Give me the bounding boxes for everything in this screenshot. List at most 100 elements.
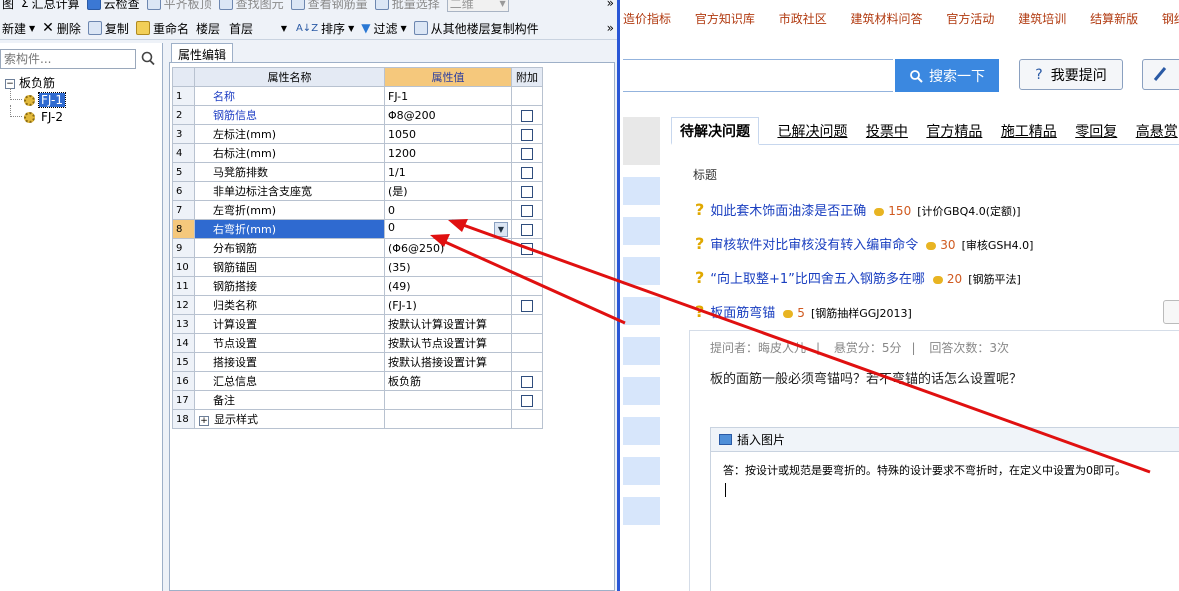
expand-plus-icon[interactable]: +: [199, 416, 209, 426]
property-value[interactable]: FJ-1: [384, 86, 512, 106]
question-title-link[interactable]: “向上取整+1”比四舍五入钢筋多在哪: [710, 272, 925, 287]
table-row[interactable]: 18 + 显示样式: [172, 409, 543, 429]
tab-construction-featured[interactable]: 施工精品: [1001, 118, 1057, 146]
search-button[interactable]: 搜索一下: [895, 59, 999, 92]
tab-official-featured[interactable]: 官方精品: [926, 118, 982, 146]
extra-checkbox[interactable]: [521, 299, 533, 312]
property-value[interactable]: (是): [384, 181, 512, 201]
toolbar-main-more-button[interactable]: »: [607, 21, 614, 35]
tree-node-fj2[interactable]: FJ-2: [0, 105, 160, 126]
table-row[interactable]: 5 马凳筋排数 1/1: [172, 162, 543, 182]
component-search-input[interactable]: [0, 49, 136, 69]
extra-checkbox[interactable]: [521, 166, 533, 179]
table-row[interactable]: 6 非单边标注含支座宽 (是): [172, 181, 543, 201]
property-value[interactable]: 0: [384, 200, 512, 220]
sort-button[interactable]: A↓Z 排序 ▼: [296, 20, 354, 37]
delete-button[interactable]: ✕ 删除: [42, 20, 81, 37]
table-row-selected[interactable]: 8 右弯折(mm) 0 ▼: [172, 219, 543, 239]
ask-question-button[interactable]: ? 我要提问: [1019, 59, 1123, 90]
nav-link[interactable]: 市政社区: [779, 12, 827, 26]
floor-select[interactable]: 首层 ▼: [227, 20, 289, 37]
extra-checkbox[interactable]: [521, 109, 533, 122]
table-row[interactable]: 3 左标注(mm) 1050: [172, 124, 543, 144]
table-row[interactable]: 9 分布钢筋 (Φ6@250): [172, 238, 543, 258]
table-row[interactable]: 15 搭接设置 按默认搭接设置计算: [172, 352, 543, 372]
table-row[interactable]: 12 归类名称 (FJ-1): [172, 295, 543, 315]
find-element-button[interactable]: 查找图元: [218, 0, 284, 12]
copy-button[interactable]: 复制: [87, 20, 129, 37]
table-row[interactable]: 17 备注: [172, 390, 543, 410]
nav-link[interactable]: 结算新版: [1090, 12, 1138, 26]
toolbar-item-fig[interactable]: 图: [2, 0, 14, 12]
extra-checkbox[interactable]: [521, 185, 533, 198]
flat-board-button[interactable]: 平齐板顶: [146, 0, 212, 12]
nav-link[interactable]: 官方活动: [946, 12, 994, 26]
extra-checkbox[interactable]: [521, 223, 533, 236]
extra-checkbox[interactable]: [521, 242, 533, 255]
property-value[interactable]: 1050: [384, 124, 512, 144]
extra-checkbox[interactable]: [521, 128, 533, 141]
question-title-link[interactable]: 板面筋弯锚: [710, 306, 775, 321]
new-button[interactable]: 新建 ▼: [2, 20, 35, 37]
nav-link[interactable]: 钢结构: [1162, 12, 1179, 26]
property-value-editor[interactable]: 0 ▼: [384, 219, 512, 239]
table-row[interactable]: 10 钢筋锚固 (35): [172, 257, 543, 277]
table-row[interactable]: 7 左弯折(mm) 0: [172, 200, 543, 220]
cloud-check-button[interactable]: 云检查: [86, 0, 140, 12]
filter-button[interactable]: ▼ 过滤 ▼: [361, 20, 406, 37]
table-row[interactable]: 2 钢筋信息 Φ8@200: [172, 105, 543, 125]
view-mode-select[interactable]: 二维 ▼: [446, 0, 509, 12]
extra-checkbox[interactable]: [521, 147, 533, 160]
nav-link[interactable]: 造价指标: [623, 12, 671, 26]
view-rebar-button[interactable]: 查看钢筋量: [290, 0, 368, 12]
tree-node-root[interactable]: − 板负筋: [0, 75, 160, 92]
answer-editor[interactable]: 插入图片 答：按设计或规范是要弯折的。特殊的设计要求不弯折时，在定义中设置为0即…: [710, 427, 1179, 591]
batch-select-button[interactable]: 批量选择: [374, 0, 440, 12]
insert-image-button[interactable]: 插入图片: [737, 431, 785, 448]
table-row[interactable]: 13 计算设置 按默认计算设置计算: [172, 314, 543, 334]
extra-checkbox[interactable]: [521, 394, 533, 407]
tab-voting[interactable]: 投票中: [866, 118, 908, 146]
extra-checkbox[interactable]: [521, 204, 533, 217]
property-value[interactable]: 1/1: [384, 162, 512, 182]
property-group-display-style[interactable]: + 显示样式: [194, 409, 385, 429]
extra-checkbox[interactable]: [521, 375, 533, 388]
toolbar-more-button[interactable]: »: [607, 0, 614, 10]
property-value[interactable]: 0: [388, 221, 395, 234]
property-value[interactable]: 按默认搭接设置计算: [384, 352, 512, 372]
question-title-link[interactable]: 审核软件对比审核没有转入编审命令: [710, 238, 918, 253]
tree-node-fj1[interactable]: FJ-1: [0, 88, 160, 109]
property-value[interactable]: 按默认计算设置计算: [384, 314, 512, 334]
summary-calc-button[interactable]: Σ 汇总计算: [21, 0, 80, 12]
table-row[interactable]: 1 名称 FJ-1: [172, 86, 543, 106]
nav-link[interactable]: 建筑培训: [1018, 12, 1066, 26]
side-button[interactable]: [1163, 300, 1179, 324]
tab-solved[interactable]: 已解决问题: [777, 118, 847, 146]
table-row[interactable]: 4 右标注(mm) 1200: [172, 143, 543, 163]
table-row[interactable]: 11 钢筋搭接 (49): [172, 276, 543, 296]
rename-button[interactable]: 重命名: [135, 20, 189, 37]
search-icon[interactable]: [139, 50, 157, 68]
property-value[interactable]: (FJ-1): [384, 295, 512, 315]
answer-text[interactable]: 答：按设计或规范是要弯折的。特殊的设计要求不弯折时，在定义中设置为0即可。: [723, 462, 1126, 478]
property-value[interactable]: (49): [384, 276, 512, 296]
property-value[interactable]: 1200: [384, 143, 512, 163]
question-title-link[interactable]: 如此套木饰面油漆是否正确: [710, 204, 866, 219]
copy-from-floor-button[interactable]: 从其他楼层复制构件: [413, 20, 539, 37]
tab-high-reward[interactable]: 高悬赏: [1136, 118, 1178, 146]
tab-property-edit[interactable]: 属性编辑: [171, 43, 234, 62]
property-value[interactable]: 板负筋: [384, 371, 512, 391]
tab-unsolved[interactable]: 待解决问题: [671, 117, 759, 145]
table-row[interactable]: 16 汇总信息 板负筋: [172, 371, 543, 391]
write-button[interactable]: [1142, 59, 1179, 90]
property-value[interactable]: Φ8@200: [384, 105, 512, 125]
collapse-minus-icon[interactable]: −: [5, 78, 15, 89]
property-value[interactable]: 按默认节点设置计算: [384, 333, 512, 353]
chevron-down-icon[interactable]: ▼: [494, 222, 508, 237]
property-value[interactable]: (35): [384, 257, 512, 277]
nav-link[interactable]: 建筑材料问答: [851, 12, 923, 26]
tab-zero-replies[interactable]: 零回复: [1075, 118, 1117, 146]
nav-link[interactable]: 官方知识库: [695, 12, 755, 26]
question-search-input[interactable]: [623, 59, 893, 92]
property-value[interactable]: [384, 390, 512, 410]
